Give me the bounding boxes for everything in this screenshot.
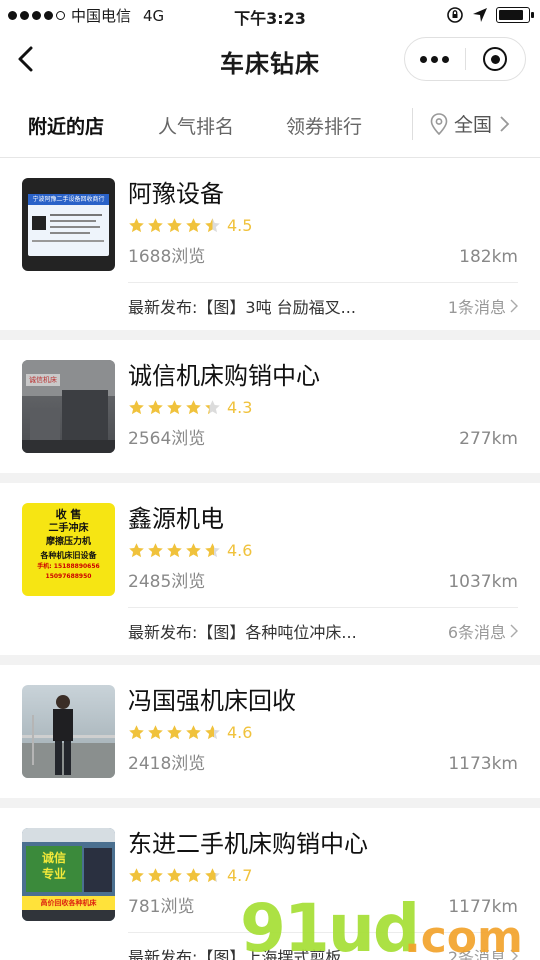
rating-value: 4.6 <box>227 540 253 560</box>
thumbnail-caption: 诚信机床 <box>26 374 60 386</box>
message-count: 6条消息 <box>447 622 506 642</box>
store-thumbnail: 收 售 二手冲床 摩擦压力机 各种机床旧设备 手机: 15188890656 1… <box>22 503 115 596</box>
more-icon <box>420 55 450 63</box>
store-name: 鑫源机电 <box>128 505 224 533</box>
store-list: 宁波阿豫二手设备回收商行 阿豫设备 4.5 1688浏览 182km 最新发布:… <box>0 158 540 960</box>
thumbnail-caption: 摩擦压力机 <box>45 537 91 547</box>
latest-post-text: 最新发布:【图】3吨 台励福叉... <box>128 297 356 317</box>
view-count: 2485浏览 <box>128 572 206 592</box>
star-icon <box>129 217 144 232</box>
thumbnail-caption: 二手冲床 <box>48 523 89 534</box>
nav-bar: 车床钻床 <box>0 30 540 90</box>
distance: 1037km <box>448 572 518 592</box>
view-count: 2564浏览 <box>128 429 206 449</box>
store-thumbnail: 诚信机床 <box>22 360 115 453</box>
store-thumbnail <box>22 685 115 778</box>
star-icon <box>148 542 163 557</box>
latest-post[interactable]: 最新发布:【图】各种吨位冲床... 6条消息 <box>128 607 518 653</box>
star-icon <box>186 542 201 557</box>
distance: 1173km <box>448 754 518 774</box>
thumbnail-caption: 诚信 <box>41 851 66 865</box>
star-icon <box>148 867 163 882</box>
watermark-suffix: .com <box>404 912 523 960</box>
store-thumbnail: 诚信 专业 高价回收各种机床 <box>22 828 115 921</box>
store-name: 阿豫设备 <box>128 180 224 208</box>
chevron-right-icon <box>510 299 518 312</box>
tab-coupon[interactable]: 领券排行 <box>286 112 362 139</box>
watermark-logo: 91ud <box>240 890 420 960</box>
thumbnail-caption: 15097688950 <box>45 573 92 580</box>
distance: 182km <box>459 247 518 267</box>
rating-stars <box>128 217 221 234</box>
latest-post[interactable]: 最新发布:【图】3吨 台励福叉... 1条消息 <box>128 282 518 328</box>
thumbnail-caption: 宁波阿豫二手设备回收商行 <box>28 194 109 205</box>
star-icon <box>167 724 182 739</box>
rating-value: 4.5 <box>227 215 253 235</box>
star-icon <box>148 724 163 739</box>
star-icon <box>186 867 201 882</box>
store-card[interactable]: 宁波阿豫二手设备回收商行 阿豫设备 4.5 1688浏览 182km 最新发布:… <box>0 158 540 330</box>
chevron-right-icon <box>500 115 510 132</box>
star-icon <box>205 399 220 414</box>
status-bar: 中国电信 4G 下午3:23 <box>0 0 540 30</box>
star-icon <box>167 399 182 414</box>
filter-tabs: 附近的店 人气排名 领券排行 全国 <box>0 90 540 158</box>
tab-popularity[interactable]: 人气排名 <box>158 112 234 139</box>
tab-divider <box>412 108 413 140</box>
rating-stars <box>128 542 221 559</box>
rating-stars <box>128 867 221 884</box>
thumbnail-caption: 手机: 15188890656 <box>37 563 100 570</box>
star-icon <box>205 867 220 882</box>
thumbnail-caption: 各种机床旧设备 <box>40 551 97 560</box>
view-count: 781浏览 <box>128 897 195 917</box>
message-count: 1条消息 <box>447 297 506 317</box>
store-name: 东进二手机床购销中心 <box>128 830 368 858</box>
star-icon <box>167 542 182 557</box>
chevron-right-icon <box>510 624 518 637</box>
star-icon <box>205 217 220 232</box>
thumbnail-caption: 专业 <box>41 867 66 881</box>
store-card[interactable]: 收 售 二手冲床 摩擦压力机 各种机床旧设备 手机: 15188890656 1… <box>0 483 540 655</box>
store-name: 冯国强机床回收 <box>128 687 296 715</box>
star-icon <box>129 867 144 882</box>
rating-stars <box>128 724 221 741</box>
target-icon <box>483 47 508 71</box>
distance: 277km <box>459 429 518 449</box>
store-card[interactable]: 冯国强机床回收 4.6 2418浏览 1173km <box>0 665 540 798</box>
view-count: 1688浏览 <box>128 247 206 267</box>
star-icon <box>205 724 220 739</box>
star-icon <box>205 542 220 557</box>
star-icon <box>167 217 182 232</box>
rating-stars <box>128 399 221 416</box>
star-icon <box>186 724 201 739</box>
region-label: 全国 <box>454 114 493 136</box>
store-card[interactable]: 诚信机床 诚信机床购销中心 4.3 2564浏览 277km <box>0 340 540 473</box>
star-icon <box>186 399 201 414</box>
store-name: 诚信机床购销中心 <box>128 362 320 390</box>
close-miniprogram-button[interactable] <box>466 38 526 80</box>
miniprogram-capsule <box>404 37 526 81</box>
star-icon <box>186 217 201 232</box>
star-icon <box>129 724 144 739</box>
rating-value: 4.6 <box>227 722 253 742</box>
latest-post-text: 最新发布:【图】各种吨位冲床... <box>128 622 357 642</box>
star-icon <box>167 867 182 882</box>
location-pin-icon <box>430 112 448 135</box>
more-button[interactable] <box>405 38 465 80</box>
star-icon <box>129 399 144 414</box>
view-count: 2418浏览 <box>128 754 206 774</box>
rating-value: 4.7 <box>227 865 253 885</box>
thumbnail-caption: 收 售 <box>55 508 82 521</box>
location-arrow-icon <box>473 8 487 22</box>
region-selector[interactable]: 全国 <box>430 110 510 137</box>
star-icon <box>148 217 163 232</box>
star-icon <box>148 399 163 414</box>
star-icon <box>129 542 144 557</box>
store-thumbnail: 宁波阿豫二手设备回收商行 <box>22 178 115 271</box>
battery-icon <box>496 7 534 23</box>
tab-nearby[interactable]: 附近的店 <box>28 112 104 139</box>
orientation-lock-icon <box>447 7 463 23</box>
thumbnail-caption: 高价回收各种机床 <box>22 896 115 910</box>
rating-value: 4.3 <box>227 397 253 417</box>
